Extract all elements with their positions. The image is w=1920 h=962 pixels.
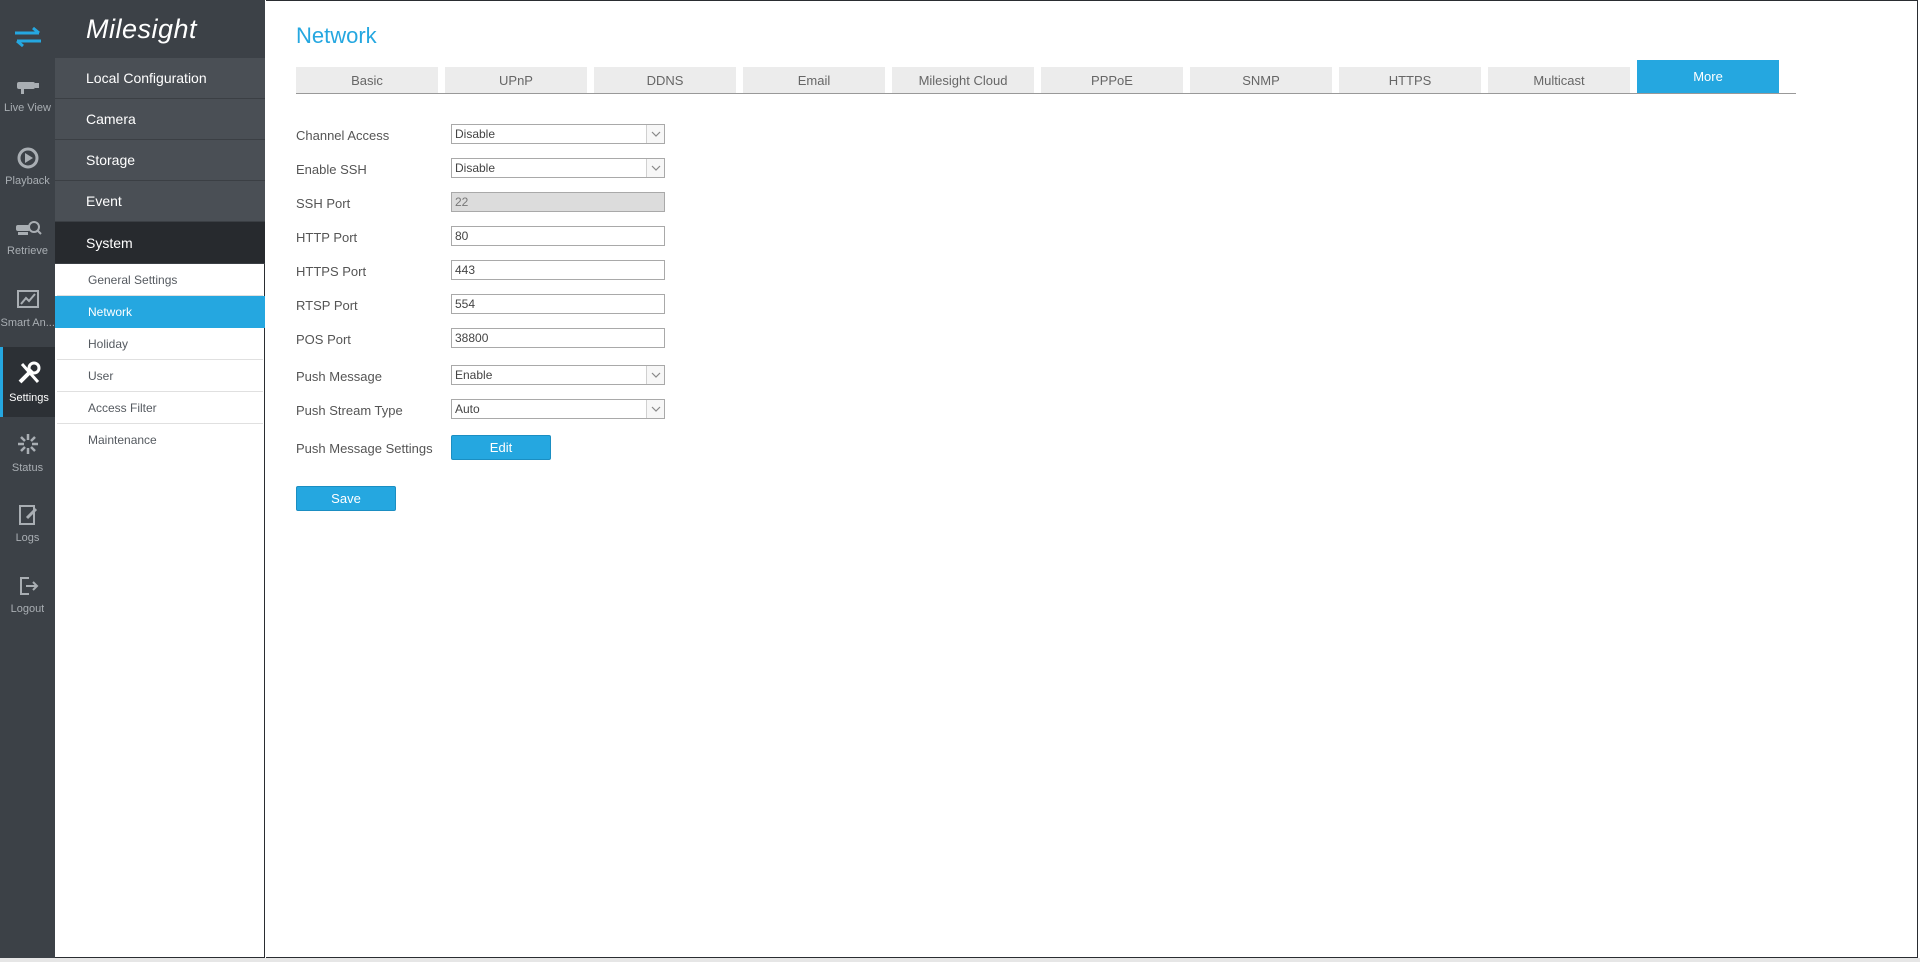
tab-milesight-cloud[interactable]: Milesight Cloud: [892, 67, 1034, 93]
push-message-label: Push Message: [296, 369, 382, 384]
push-stream-type-value: Auto: [455, 402, 480, 416]
save-button[interactable]: Save: [296, 486, 396, 511]
menu-storage[interactable]: Storage: [55, 140, 265, 181]
playback-icon: [17, 147, 38, 169]
row-http-port: HTTP Port 80: [296, 226, 696, 248]
swap-arrows-icon: [14, 27, 41, 47]
chevron-down-icon: [646, 125, 664, 143]
tab-pppoe[interactable]: PPPoE: [1041, 67, 1183, 93]
menu-toggle-button[interactable]: [0, 14, 55, 60]
push-message-settings-label: Push Message Settings: [296, 441, 433, 456]
enable-ssh-select[interactable]: Disable: [451, 158, 665, 178]
tab-ddns[interactable]: DDNS: [594, 67, 736, 93]
chevron-down-icon: [646, 366, 664, 384]
main-content: Network Basic UPnP DDNS Email Milesight …: [266, 0, 1918, 958]
channel-access-select[interactable]: Disable: [451, 124, 665, 144]
enable-ssh-label: Enable SSH: [296, 162, 367, 177]
submenu-network[interactable]: Network: [55, 296, 265, 328]
logout-icon: [19, 577, 38, 595]
rail-settings[interactable]: Settings: [0, 347, 55, 417]
milesight-logo: Milesight: [86, 13, 198, 44]
row-rtsp-port: RTSP Port 554: [296, 294, 696, 316]
push-message-select[interactable]: Enable: [451, 365, 665, 385]
rail-label: Logout: [10, 603, 45, 615]
tab-upnp[interactable]: UPnP: [445, 67, 587, 93]
rtsp-port-input[interactable]: 554: [451, 294, 665, 314]
push-stream-type-label: Push Stream Type: [296, 403, 403, 418]
bottom-strip: [0, 958, 1920, 962]
channel-access-value: Disable: [455, 127, 496, 141]
chevron-down-icon: [646, 400, 664, 418]
row-enable-ssh: Enable SSH Disable: [296, 158, 696, 180]
system-submenu: General Settings Network Holiday User Ac…: [55, 264, 265, 456]
row-channel-access: Channel Access Disable: [296, 124, 696, 146]
rail-label: Status: [11, 462, 44, 474]
rail-playback[interactable]: Playback: [0, 134, 55, 200]
menu-categories: Local Configuration Camera Storage Event…: [55, 58, 265, 264]
settings-icon: [18, 361, 41, 384]
http-port-input[interactable]: 80: [451, 226, 665, 246]
https-port-input[interactable]: 443: [451, 260, 665, 280]
submenu-user[interactable]: User: [57, 360, 263, 392]
submenu-maintenance[interactable]: Maintenance: [57, 424, 263, 456]
tab-snmp[interactable]: SNMP: [1190, 67, 1332, 93]
enable-ssh-value: Disable: [455, 161, 496, 175]
chevron-down-icon: [646, 159, 664, 177]
push-message-value: Enable: [455, 368, 493, 382]
rail-retrieve[interactable]: Retrieve: [0, 205, 55, 271]
rail-label: Playback: [5, 175, 50, 187]
rail-live-view[interactable]: Live View: [0, 63, 55, 129]
rail-logout[interactable]: Logout: [0, 562, 55, 628]
rail-label: Live View: [4, 102, 51, 114]
push-stream-type-select[interactable]: Auto: [451, 399, 665, 419]
pos-port-input[interactable]: 38800: [451, 328, 665, 348]
rail-label: Smart An...: [0, 317, 55, 329]
submenu-holiday[interactable]: Holiday: [57, 328, 263, 360]
pos-port-label: POS Port: [296, 332, 351, 347]
rail-label: Logs: [15, 532, 40, 544]
channel-access-label: Channel Access: [296, 128, 390, 143]
settings-menu: Milesight Local Configuration Camera Sto…: [55, 0, 265, 958]
submenu-general-settings[interactable]: General Settings: [57, 264, 263, 296]
ssh-port-label: SSH Port: [296, 196, 351, 211]
status-icon: [17, 434, 38, 454]
rail-status[interactable]: Status: [0, 420, 55, 486]
row-push-message-settings: Push Message Settings Edit: [296, 435, 696, 461]
live-view-icon: [16, 82, 39, 94]
submenu-access-filter[interactable]: Access Filter: [57, 392, 263, 424]
tab-basic[interactable]: Basic: [296, 67, 438, 93]
row-push-stream-type: Push Stream Type Auto: [296, 399, 696, 421]
menu-camera[interactable]: Camera: [55, 99, 265, 140]
rail-smart-analytics[interactable]: Smart An...: [0, 276, 55, 342]
tab-email[interactable]: Email: [743, 67, 885, 93]
menu-event[interactable]: Event: [55, 181, 265, 222]
menu-local-configuration[interactable]: Local Configuration: [55, 58, 265, 99]
ssh-port-input: 22: [451, 192, 665, 212]
tab-multicast[interactable]: Multicast: [1488, 67, 1630, 93]
retrieve-icon: [15, 221, 42, 235]
rail-label: Settings: [9, 392, 49, 404]
edit-button[interactable]: Edit: [451, 435, 551, 460]
http-port-label: HTTP Port: [296, 230, 358, 245]
tab-more[interactable]: More: [1637, 60, 1779, 93]
network-tabs: Basic UPnP DDNS Email Milesight Cloud PP…: [296, 60, 1796, 94]
menu-header: Milesight: [55, 0, 265, 58]
page-title: Network: [296, 23, 377, 48]
row-pos-port: POS Port 38800: [296, 328, 696, 350]
menu-system[interactable]: System: [55, 222, 265, 264]
https-port-label: HTTPS Port: [296, 264, 367, 279]
rtsp-port-label: RTSP Port: [296, 298, 358, 313]
row-ssh-port: SSH Port 22: [296, 192, 696, 214]
icon-rail: Live View Playback Retrieve Smart An... …: [0, 0, 55, 962]
rail-logs[interactable]: Logs: [0, 491, 55, 557]
row-push-message: Push Message Enable: [296, 365, 696, 387]
rail-label: Retrieve: [7, 245, 48, 257]
row-https-port: HTTPS Port 443: [296, 260, 696, 282]
tab-https[interactable]: HTTPS: [1339, 67, 1481, 93]
logs-icon: [18, 505, 37, 525]
smart-analytics-icon: [16, 290, 39, 308]
